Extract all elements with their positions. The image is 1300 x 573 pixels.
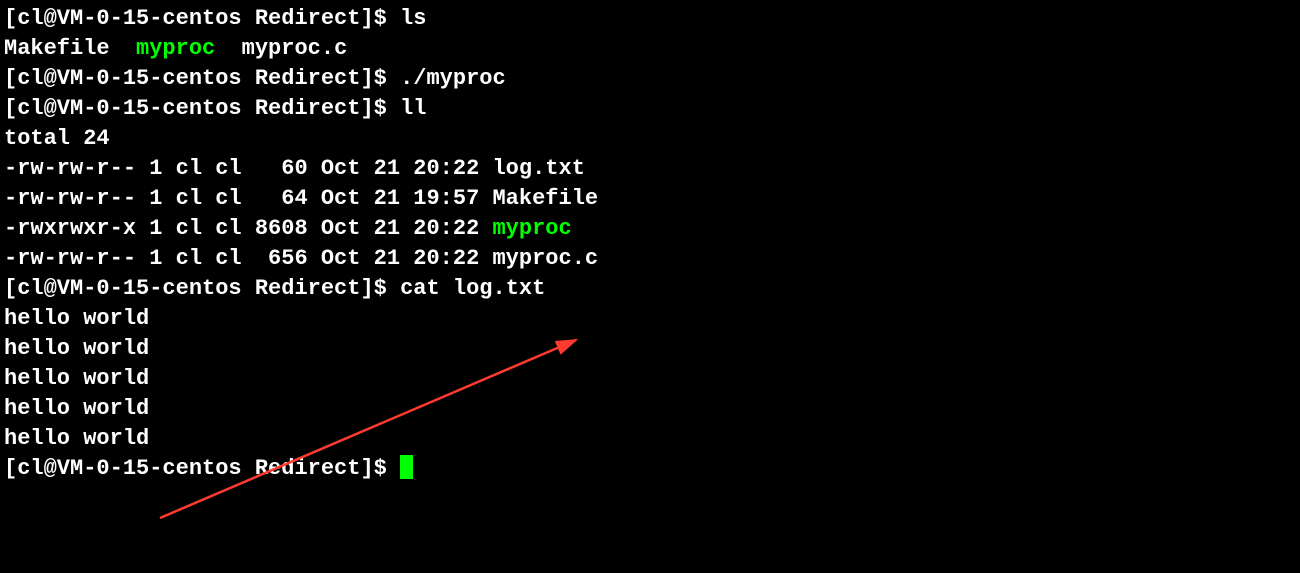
ll-total: total 24: [4, 124, 1296, 154]
ll-row: -rwxrwxr-x 1 cl cl 8608 Oct 21 20:22 myp…: [4, 214, 1296, 244]
prompt: [cl@VM-0-15-centos Redirect]$: [4, 6, 400, 31]
cat-output-line: hello world: [4, 394, 1296, 424]
cat-output-line: hello world: [4, 364, 1296, 394]
terminal-line: [cl@VM-0-15-centos Redirect]$ ls: [4, 4, 1296, 34]
ll-row: -rw-rw-r-- 1 cl cl 64 Oct 21 19:57 Makef…: [4, 184, 1296, 214]
executable-name: myproc: [136, 36, 215, 61]
ll-row: -rw-rw-r-- 1 cl cl 656 Oct 21 20:22 mypr…: [4, 244, 1296, 274]
file-name: Makefile: [4, 36, 136, 61]
cat-output-line: hello world: [4, 334, 1296, 364]
terminal-line: [cl@VM-0-15-centos Redirect]$ ll: [4, 94, 1296, 124]
ll-row-pre: -rwxrwxr-x 1 cl cl 8608 Oct 21 20:22: [4, 216, 492, 241]
cursor-icon: [400, 455, 413, 479]
terminal-line: [cl@VM-0-15-centos Redirect]$ cat log.tx…: [4, 274, 1296, 304]
prompt: [cl@VM-0-15-centos Redirect]$: [4, 276, 400, 301]
prompt: [cl@VM-0-15-centos Redirect]$: [4, 66, 400, 91]
command-text: ll: [400, 96, 426, 121]
terminal-line: [cl@VM-0-15-centos Redirect]$ ./myproc: [4, 64, 1296, 94]
terminal-line[interactable]: [cl@VM-0-15-centos Redirect]$: [4, 454, 1296, 484]
prompt: [cl@VM-0-15-centos Redirect]$: [4, 456, 400, 481]
executable-name: myproc: [492, 216, 571, 241]
cat-output-line: hello world: [4, 424, 1296, 454]
ll-row: -rw-rw-r-- 1 cl cl 60 Oct 21 20:22 log.t…: [4, 154, 1296, 184]
prompt: [cl@VM-0-15-centos Redirect]$: [4, 96, 400, 121]
ls-output: Makefile myproc myproc.c: [4, 34, 1296, 64]
command-text: ./myproc: [400, 66, 506, 91]
cat-output-line: hello world: [4, 304, 1296, 334]
command-text: ls: [400, 6, 426, 31]
command-text: cat log.txt: [400, 276, 545, 301]
file-name: myproc.c: [215, 36, 347, 61]
